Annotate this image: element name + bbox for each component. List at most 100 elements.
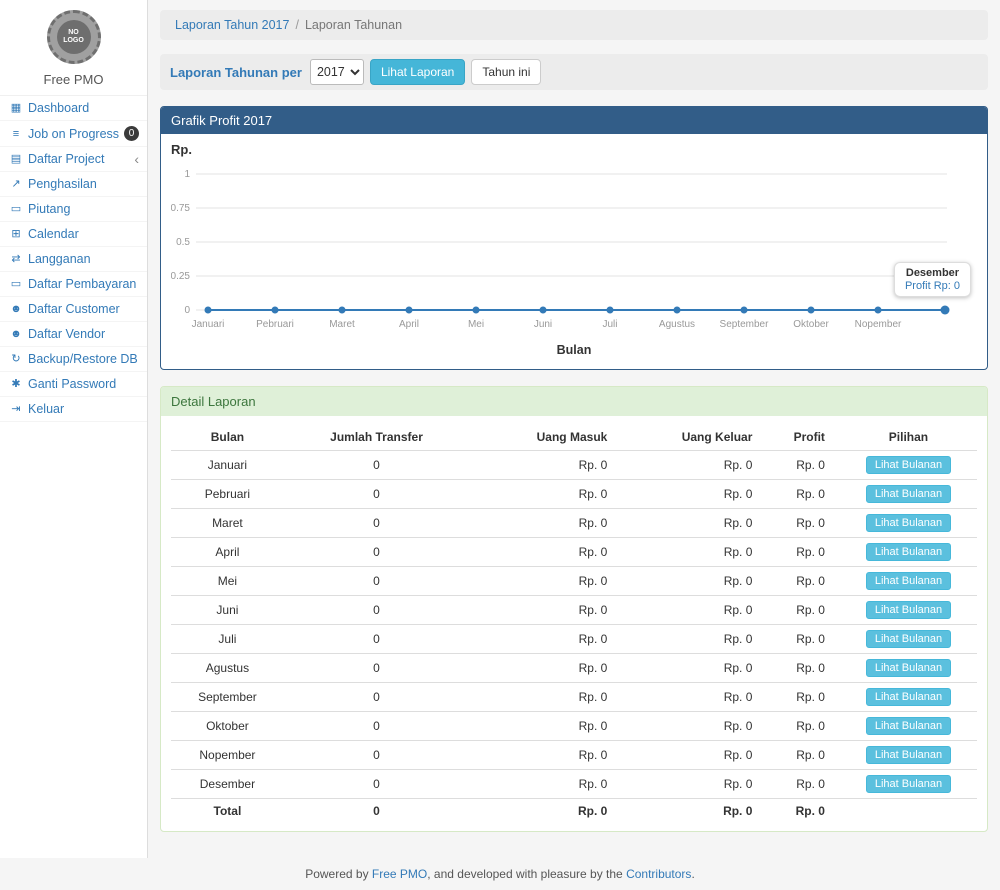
table-cell: Rp. 0 xyxy=(469,770,622,799)
lihat-bulanan-button[interactable]: Lihat Bulanan xyxy=(866,601,951,619)
payment-icon: ▭ xyxy=(8,277,24,291)
lihat-bulanan-button[interactable]: Lihat Bulanan xyxy=(866,688,951,706)
table-cell: 0 xyxy=(284,567,469,596)
logo-box: NO LOGO Free PMO xyxy=(0,0,147,96)
lihat-bulanan-button[interactable]: Lihat Bulanan xyxy=(866,775,951,793)
repeat-icon: ⇄ xyxy=(8,252,24,266)
detail-panel: Detail Laporan BulanJumlah TransferUang … xyxy=(160,386,988,832)
table-row: April0Rp. 0Rp. 0Rp. 0Lihat Bulanan xyxy=(171,538,977,567)
table-cell: Maret xyxy=(171,509,284,538)
lihat-bulanan-button[interactable]: Lihat Bulanan xyxy=(866,717,951,735)
svg-text:0.25: 0.25 xyxy=(171,271,190,282)
footer-text-suffix: . xyxy=(691,867,694,881)
sidebar-item-daftar-project[interactable]: ▤Daftar Project‹ xyxy=(0,147,147,172)
table-cell: Pebruari xyxy=(171,480,284,509)
sidebar-item-label: Piutang xyxy=(28,202,139,216)
table-cell-total: Rp. 0 xyxy=(767,799,840,824)
table-cell-actions: Lihat Bulanan xyxy=(840,596,977,625)
sidebar-item-label: Ganti Password xyxy=(28,377,139,391)
table-cell-actions: Lihat Bulanan xyxy=(840,625,977,654)
app-name: Free PMO xyxy=(0,72,147,87)
table-cell: Rp. 0 xyxy=(767,480,840,509)
table-total-row: Total0Rp. 0Rp. 0Rp. 0 xyxy=(171,799,977,824)
column-header: Profit xyxy=(767,424,840,451)
lock-icon: ✱ xyxy=(8,377,24,391)
sidebar-item-piutang[interactable]: ▭Piutang xyxy=(0,197,147,222)
table-cell: Desember xyxy=(171,770,284,799)
footer-text-prefix: Powered by xyxy=(305,867,372,881)
sidebar-item-keluar[interactable]: ⇥Keluar xyxy=(0,397,147,422)
table-cell-actions: Lihat Bulanan xyxy=(840,770,977,799)
sidebar-item-penghasilan[interactable]: ↗Penghasilan xyxy=(0,172,147,197)
table-cell: Rp. 0 xyxy=(622,596,767,625)
sidebar-item-langganan[interactable]: ⇄Langganan xyxy=(0,247,147,272)
sidebar-item-daftar-pembayaran[interactable]: ▭Daftar Pembayaran xyxy=(0,272,147,297)
sidebar-item-label: Daftar Project xyxy=(28,152,134,166)
sidebar: NO LOGO Free PMO ▦Dashboard≡Job on Progr… xyxy=(0,0,148,858)
sidebar-item-calendar[interactable]: ⊞ Calendar xyxy=(0,222,147,247)
svg-text:1: 1 xyxy=(184,169,190,180)
app-logo: NO LOGO xyxy=(47,10,101,64)
lihat-bulanan-button[interactable]: Lihat Bulanan xyxy=(866,572,951,590)
detail-panel-body: BulanJumlah TransferUang MasukUang Kelua… xyxy=(161,416,987,831)
table-cell: Rp. 0 xyxy=(469,480,622,509)
footer: Powered by Free PMO, and developed with … xyxy=(0,858,1000,890)
tahun-ini-button[interactable]: Tahun ini xyxy=(471,59,541,85)
table-cell-actions: Lihat Bulanan xyxy=(840,509,977,538)
lihat-bulanan-button[interactable]: Lihat Bulanan xyxy=(866,485,951,503)
table-cell: 0 xyxy=(284,654,469,683)
svg-text:Januari: Januari xyxy=(192,319,225,330)
table-cell-actions: Lihat Bulanan xyxy=(840,683,977,712)
table-cell-total: Total xyxy=(171,799,284,824)
table-cell: Rp. 0 xyxy=(622,625,767,654)
sidebar-item-ganti-password[interactable]: ✱ Ganti Password xyxy=(0,372,147,397)
column-header: Jumlah Transfer xyxy=(284,424,469,451)
sidebar-item-label: Daftar Customer xyxy=(28,302,139,316)
chart-panel-body: Rp. 10.750.50.250JanuariPebruariMaretApr… xyxy=(161,134,987,369)
logout-icon: ⇥ xyxy=(8,402,24,416)
lihat-bulanan-button[interactable]: Lihat Bulanan xyxy=(866,456,951,474)
sidebar-item-job-on-progress[interactable]: ≡Job on Progress0 xyxy=(0,121,147,147)
svg-text:Maret: Maret xyxy=(329,319,355,330)
table-cell: Rp. 0 xyxy=(767,770,840,799)
lihat-bulanan-button[interactable]: Lihat Bulanan xyxy=(866,746,951,764)
table-row: Mei0Rp. 0Rp. 0Rp. 0Lihat Bulanan xyxy=(171,567,977,596)
table-row: September0Rp. 0Rp. 0Rp. 0Lihat Bulanan xyxy=(171,683,977,712)
svg-text:0.5: 0.5 xyxy=(176,237,190,248)
lihat-bulanan-button[interactable]: Lihat Bulanan xyxy=(866,543,951,561)
table-cell: Rp. 0 xyxy=(622,451,767,480)
table-cell: Agustus xyxy=(171,654,284,683)
detail-table-body: Januari0Rp. 0Rp. 0Rp. 0Lihat BulananPebr… xyxy=(171,451,977,824)
footer-link-contributors[interactable]: Contributors xyxy=(626,867,691,881)
table-cell: Rp. 0 xyxy=(469,741,622,770)
chart-panel: Grafik Profit 2017 Rp. 10.750.50.250Janu… xyxy=(160,106,988,370)
tooltip-title: Desember xyxy=(905,267,960,279)
main-content: Laporan Tahun 2017/Laporan Tahunan Lapor… xyxy=(148,0,1000,858)
lihat-bulanan-button[interactable]: Lihat Bulanan xyxy=(866,514,951,532)
table-cell-actions: Lihat Bulanan xyxy=(840,480,977,509)
table-cell: Rp. 0 xyxy=(767,567,840,596)
table-cell: 0 xyxy=(284,596,469,625)
chart-tooltip: Desember Profit Rp: 0 xyxy=(894,262,971,297)
table-cell: 0 xyxy=(284,480,469,509)
sidebar-item-backup-restore-db[interactable]: ↻Backup/Restore DB xyxy=(0,347,147,372)
breadcrumb-link[interactable]: Laporan Tahun 2017 xyxy=(175,18,289,32)
table-row: Juni0Rp. 0Rp. 0Rp. 0Lihat Bulanan xyxy=(171,596,977,625)
sidebar-item-daftar-customer[interactable]: ☻Daftar Customer xyxy=(0,297,147,322)
sidebar-item-label: Calendar xyxy=(28,227,139,241)
table-cell: Rp. 0 xyxy=(622,567,767,596)
breadcrumb-current: Laporan Tahunan xyxy=(305,18,402,32)
sidebar-item-dashboard[interactable]: ▦Dashboard xyxy=(0,96,147,121)
lihat-bulanan-button[interactable]: Lihat Bulanan xyxy=(866,630,951,648)
lihat-laporan-button[interactable]: Lihat Laporan xyxy=(370,59,465,85)
dashboard-icon: ▦ xyxy=(8,101,24,115)
lihat-bulanan-button[interactable]: Lihat Bulanan xyxy=(866,659,951,677)
calendar-icon: ⊞ xyxy=(8,227,24,241)
year-select[interactable]: 2017 xyxy=(310,59,364,85)
table-cell-actions xyxy=(840,799,977,824)
table-cell-actions: Lihat Bulanan xyxy=(840,654,977,683)
footer-link-freepmo[interactable]: Free PMO xyxy=(372,867,427,881)
sidebar-item-label: Backup/Restore DB xyxy=(28,352,139,366)
sidebar-item-daftar-vendor[interactable]: ☻Daftar Vendor xyxy=(0,322,147,347)
profit-chart: 10.750.50.250JanuariPebruariMaretAprilMe… xyxy=(171,162,977,343)
